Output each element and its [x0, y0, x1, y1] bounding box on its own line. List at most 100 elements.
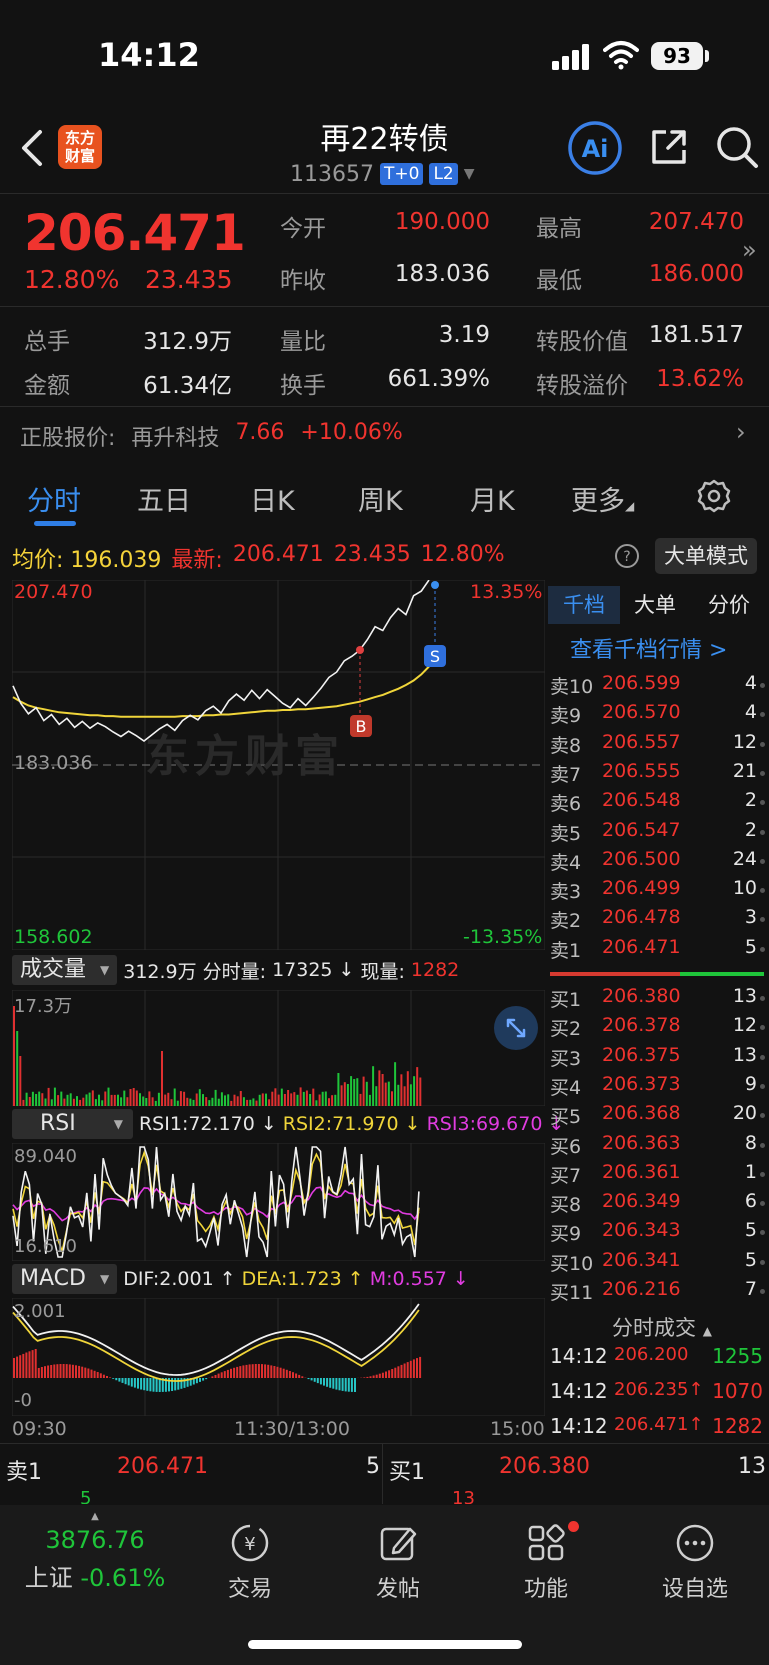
macd-bar: [56, 1364, 59, 1378]
bid-level: 买8: [550, 1194, 582, 1217]
axis-max-price: 207.470: [14, 581, 93, 603]
home-indicator: [248, 1640, 522, 1649]
volume-bar: [409, 1084, 412, 1106]
tab-intraday[interactable]: 分时: [27, 479, 81, 518]
bid-volume: 7: [744, 1278, 757, 1300]
bid-dot: [760, 996, 765, 1001]
tab-monthly-k[interactable]: 月K: [470, 479, 515, 518]
security-code-row[interactable]: 113657 T+0 L2 ▼: [290, 160, 475, 188]
current-vol-label: 现量:: [360, 960, 405, 983]
share-icon[interactable]: [648, 126, 690, 168]
underlying-stock-row[interactable]: 正股报价: 再升科技 7.66 +10.06%: [20, 420, 403, 452]
ask-row[interactable]: 卖5 206.547 2: [550, 819, 765, 847]
volume-bar: [353, 1079, 356, 1106]
trades-title[interactable]: 分时成交 ▲: [612, 1312, 712, 1342]
help-icon[interactable]: ?: [614, 543, 640, 569]
ask-row[interactable]: 卖7 206.555 21: [550, 760, 765, 788]
rsi-chart[interactable]: [12, 1143, 545, 1261]
tab-more[interactable]: 更多◢: [571, 479, 634, 518]
gear-icon[interactable]: [696, 478, 732, 514]
ask-row[interactable]: 卖8 206.557 12: [550, 731, 765, 759]
nav-trade[interactable]: ¥ 交易: [200, 1505, 300, 1603]
trade-volume: 1255: [712, 1344, 763, 1368]
ask-row[interactable]: 卖2 206.478 3: [550, 906, 765, 934]
volume-chart[interactable]: [12, 990, 545, 1106]
tab-five-day[interactable]: 五日: [137, 479, 191, 518]
macd-indicator-dropdown[interactable]: MACD ▼: [12, 1264, 118, 1294]
bid-volume: 5: [744, 1248, 757, 1271]
volume-bar: [236, 1096, 239, 1106]
bid-row[interactable]: 买2 206.378 12: [550, 1014, 765, 1042]
bid-row[interactable]: 买1 206.380 13: [550, 985, 765, 1013]
ask-row[interactable]: 卖4 206.500 24: [550, 848, 765, 876]
nav-index[interactable]: ▲ 3876.76 上证 -0.61%: [20, 1505, 170, 1593]
ask-dot: [760, 712, 765, 718]
bid-row[interactable]: 买7 206.361 1: [550, 1161, 765, 1189]
ask-row[interactable]: 卖6 206.548 2: [550, 789, 765, 817]
macd-bar: [99, 1373, 102, 1378]
volume-bar: [101, 1100, 104, 1106]
big-order-mode-button[interactable]: 大单模式: [655, 538, 757, 574]
nav-functions[interactable]: 功能: [496, 1505, 596, 1603]
order-book-tabs: 千档 大单 分价: [548, 586, 769, 624]
ask-price: 206.570: [602, 701, 681, 724]
nav-add-watchlist[interactable]: 设自选: [645, 1505, 745, 1603]
ask-dot: [760, 770, 765, 776]
bid-row[interactable]: 买4 206.373 9: [550, 1073, 765, 1101]
macd-bar: [288, 1371, 291, 1378]
nav-post[interactable]: 发帖: [348, 1505, 448, 1603]
macd-bar: [223, 1371, 226, 1378]
search-icon[interactable]: [714, 124, 760, 170]
buy-marker: B: [350, 715, 372, 737]
volume-bar: [280, 1088, 283, 1106]
macd-bar: [319, 1378, 322, 1385]
bid-row[interactable]: 买10 206.341 5: [550, 1249, 765, 1277]
ask-level: 卖3: [550, 881, 582, 904]
ai-assistant-icon[interactable]: Ai: [567, 120, 623, 176]
bid-price: 206.341: [602, 1248, 681, 1271]
divider: [0, 306, 769, 307]
expand-chart-icon[interactable]: [493, 1005, 539, 1051]
bid-row[interactable]: 买3 206.375 13: [550, 1044, 765, 1072]
macd-bar: [267, 1364, 270, 1378]
ask-row[interactable]: 卖1 206.471 5: [550, 936, 765, 964]
tab-weekly-k[interactable]: 周K: [358, 479, 403, 518]
ask-row[interactable]: 卖3 206.499 10: [550, 877, 765, 905]
bid-price: 206.361: [602, 1160, 681, 1183]
l2-tag: L2: [429, 163, 458, 185]
macd-bar: [106, 1376, 108, 1378]
svg-text:?: ?: [623, 549, 630, 565]
tab-daily-k[interactable]: 日K: [250, 479, 295, 518]
tab-thousand-levels[interactable]: 千档: [548, 586, 620, 624]
ask-row[interactable]: 卖9 206.570 4: [550, 701, 765, 729]
bid-row[interactable]: 买6 206.363 8: [550, 1132, 765, 1160]
chevron-right-icon[interactable]: ›: [736, 418, 746, 446]
bid-row[interactable]: 买5 206.368 20: [550, 1102, 765, 1130]
bid-volume: 1: [744, 1160, 757, 1183]
bid-dot: [760, 1113, 765, 1119]
ask-row[interactable]: 卖10 206.599 4: [550, 672, 765, 700]
macd-bar: [391, 1369, 394, 1378]
macd-bar: [137, 1378, 139, 1389]
expand-quote-icon[interactable]: »: [742, 236, 757, 264]
index-name: 上证: [24, 1564, 73, 1592]
macd-bar: [323, 1378, 325, 1386]
view-thousand-levels-link[interactable]: 查看千档行情 >: [570, 632, 727, 664]
volume-bar: [66, 1094, 69, 1106]
volume-bar: [356, 1078, 359, 1106]
more-dots-icon: [676, 1524, 714, 1562]
macd-bar: [65, 1364, 68, 1378]
macd-chart[interactable]: [12, 1298, 545, 1416]
vol-ratio-value: 3.19: [438, 322, 490, 348]
tab-big-orders[interactable]: 大单: [634, 586, 676, 624]
avg-price-line: [12, 665, 430, 718]
bid-price: 206.343: [602, 1219, 681, 1242]
tab-price-distribution[interactable]: 分价: [708, 586, 750, 624]
bid-row[interactable]: 买9 206.343 5: [550, 1219, 765, 1247]
volume-bar: [299, 1087, 302, 1106]
caret-up-icon: ▲: [91, 1511, 99, 1522]
volume-indicator-dropdown[interactable]: 成交量 ▼: [12, 955, 118, 985]
bid-row[interactable]: 买11 206.216 7: [550, 1278, 765, 1306]
rsi-indicator-dropdown[interactable]: RSI ▼: [12, 1109, 133, 1139]
bid-row[interactable]: 买8 206.349 6: [550, 1190, 765, 1218]
